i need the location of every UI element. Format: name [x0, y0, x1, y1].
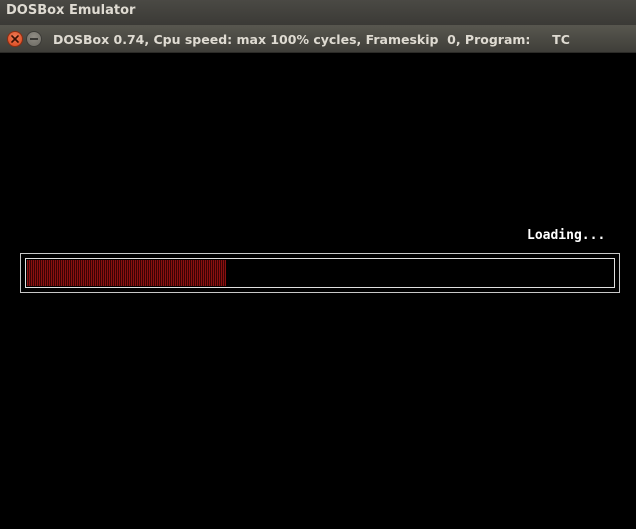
- loading-label: Loading...: [527, 228, 606, 243]
- top-panel: DOSBox Emulator: [0, 0, 636, 25]
- window-title: DOSBox 0.74, Cpu speed: max 100% cycles,…: [53, 32, 570, 47]
- close-icon: [11, 35, 19, 43]
- close-button[interactable]: [7, 31, 23, 47]
- minimize-button[interactable]: [26, 31, 42, 47]
- progress-bar-fill: [27, 260, 226, 286]
- minimize-icon: [30, 38, 38, 40]
- dos-screen[interactable]: Loading...: [0, 53, 636, 529]
- progress-bar-frame: [20, 253, 620, 293]
- window-titlebar[interactable]: DOSBox 0.74, Cpu speed: max 100% cycles,…: [0, 25, 636, 53]
- app-title: DOSBox Emulator: [6, 3, 136, 18]
- progress-bar: [25, 258, 615, 288]
